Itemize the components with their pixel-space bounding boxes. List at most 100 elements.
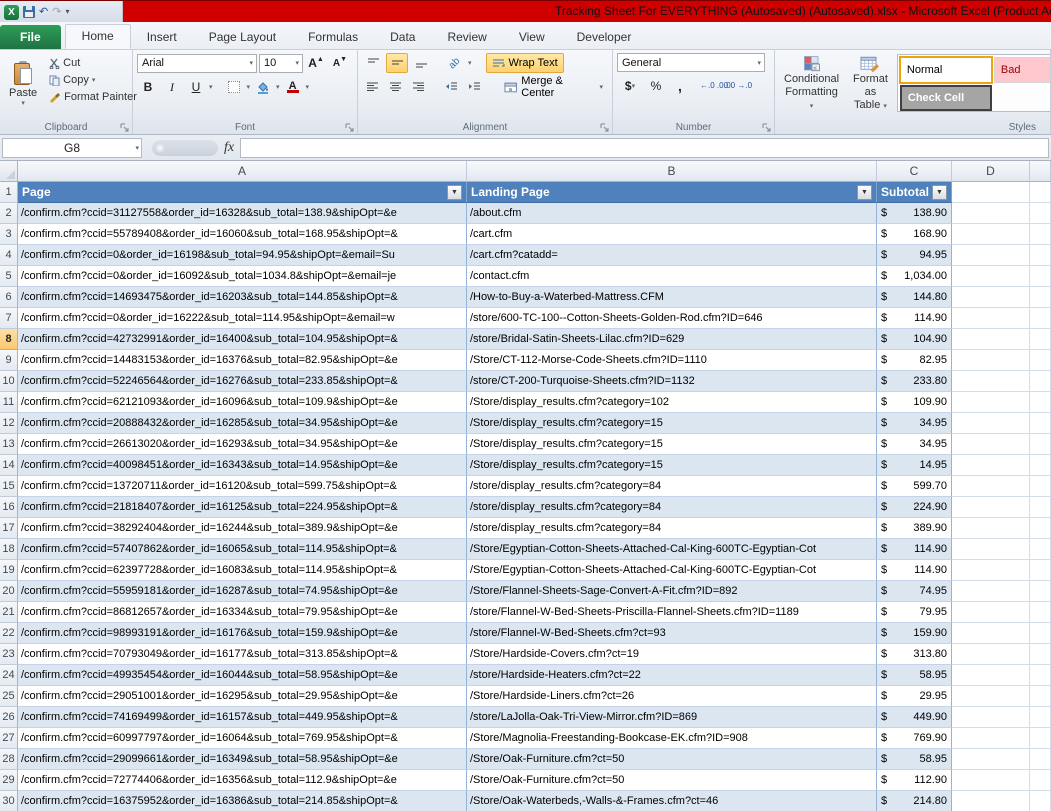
- clipboard-dialog-launcher[interactable]: [120, 123, 129, 132]
- cell-landing-page[interactable]: /Store/CT-112-Morse-Code-Sheets.cfm?ID=1…: [467, 350, 877, 371]
- copy-button[interactable]: Copy▾: [46, 73, 140, 87]
- cell-landing-page[interactable]: /Store/Hardside-Liners.cfm?ct=26: [467, 686, 877, 707]
- cell-empty-d[interactable]: [952, 560, 1030, 581]
- cell-empty-d[interactable]: [952, 413, 1030, 434]
- cell-page[interactable]: /confirm.cfm?ccid=62397728&order_id=1608…: [18, 560, 467, 581]
- cell-subtotal[interactable]: $34.95: [877, 434, 952, 455]
- cell-page[interactable]: /confirm.cfm?ccid=74169499&order_id=1615…: [18, 707, 467, 728]
- cell-subtotal[interactable]: $138.90: [877, 203, 952, 224]
- grow-font-button[interactable]: A▲: [305, 53, 327, 73]
- cell-page[interactable]: /confirm.cfm?ccid=31127558&order_id=1632…: [18, 203, 467, 224]
- cell-empty-e[interactable]: [1030, 350, 1051, 371]
- underline-dropdown[interactable]: ▾: [209, 83, 213, 91]
- filter-dropdown-icon[interactable]: ▼: [447, 185, 462, 200]
- cell-subtotal[interactable]: $114.90: [877, 560, 952, 581]
- cell-empty-d[interactable]: [952, 329, 1030, 350]
- cell-page[interactable]: /confirm.cfm?ccid=29051001&order_id=1629…: [18, 686, 467, 707]
- cell-landing-page[interactable]: /store/display_results.cfm?category=84: [467, 476, 877, 497]
- cell-empty-e[interactable]: [1030, 413, 1051, 434]
- font-color-dropdown[interactable]: ▾: [306, 83, 310, 91]
- cell-empty-d[interactable]: [952, 770, 1030, 791]
- cell-landing-page[interactable]: /Store/display_results.cfm?category=15: [467, 413, 877, 434]
- cell-page[interactable]: /confirm.cfm?ccid=52246564&order_id=1627…: [18, 371, 467, 392]
- cell-page[interactable]: /confirm.cfm?ccid=0&order_id=16222&sub_t…: [18, 308, 467, 329]
- cell-empty-d[interactable]: [952, 707, 1030, 728]
- row-header-12[interactable]: 12: [0, 413, 18, 434]
- cell-landing-page[interactable]: /How-to-Buy-a-Waterbed-Mattress.CFM: [467, 287, 877, 308]
- tab-page-layout[interactable]: Page Layout: [193, 26, 292, 49]
- conditional-formatting-button[interactable]: ≤ Conditional Formatting ▾: [779, 53, 844, 115]
- cell-empty-d[interactable]: [952, 266, 1030, 287]
- cell-empty-e[interactable]: [1030, 665, 1051, 686]
- cell-page[interactable]: /confirm.cfm?ccid=14693475&order_id=1620…: [18, 287, 467, 308]
- cell-empty-e[interactable]: [1030, 707, 1051, 728]
- cell-subtotal[interactable]: $114.90: [877, 308, 952, 329]
- row-header-22[interactable]: 22: [0, 623, 18, 644]
- header-cell-subtotal[interactable]: Subtotal ▼: [877, 182, 952, 203]
- cell-subtotal[interactable]: $233.80: [877, 371, 952, 392]
- decrease-indent-button[interactable]: [441, 77, 462, 97]
- cell-empty-d[interactable]: [952, 203, 1030, 224]
- cell-d1[interactable]: [952, 182, 1030, 203]
- customize-qat-icon[interactable]: ▾: [65, 5, 69, 19]
- top-align-button[interactable]: [362, 53, 384, 73]
- cell-empty-e[interactable]: [1030, 602, 1051, 623]
- cell-empty-d[interactable]: [952, 245, 1030, 266]
- cell-empty-e[interactable]: [1030, 392, 1051, 413]
- row-header-5[interactable]: 5: [0, 266, 18, 287]
- cell-landing-page[interactable]: /Store/display_results.cfm?category=102: [467, 392, 877, 413]
- cell-landing-page[interactable]: /store/CT-200-Turquoise-Sheets.cfm?ID=11…: [467, 371, 877, 392]
- row-header-29[interactable]: 29: [0, 770, 18, 791]
- cell-landing-page[interactable]: /cart.cfm: [467, 224, 877, 245]
- cell-page[interactable]: /confirm.cfm?ccid=20888432&order_id=1628…: [18, 413, 467, 434]
- cell-subtotal[interactable]: $109.90: [877, 392, 952, 413]
- middle-align-button[interactable]: [386, 53, 408, 73]
- cell-empty-e[interactable]: [1030, 770, 1051, 791]
- cell-page[interactable]: /confirm.cfm?ccid=29099661&order_id=1634…: [18, 749, 467, 770]
- cut-button[interactable]: Cut: [46, 56, 140, 70]
- bottom-align-button[interactable]: [410, 53, 432, 73]
- cell-empty-d[interactable]: [952, 665, 1030, 686]
- cell-empty-d[interactable]: [952, 350, 1030, 371]
- cell-empty-d[interactable]: [952, 497, 1030, 518]
- name-box-dropdown[interactable]: ▾: [135, 144, 139, 152]
- cell-empty-d[interactable]: [952, 392, 1030, 413]
- cell-empty-d[interactable]: [952, 728, 1030, 749]
- row-header-16[interactable]: 16: [0, 497, 18, 518]
- cell-subtotal[interactable]: $224.90: [877, 497, 952, 518]
- cell-page[interactable]: /confirm.cfm?ccid=0&order_id=16198&sub_t…: [18, 245, 467, 266]
- cell-subtotal[interactable]: $168.90: [877, 224, 952, 245]
- cell-subtotal[interactable]: $112.90: [877, 770, 952, 791]
- increase-indent-button[interactable]: [464, 77, 485, 97]
- cell-page[interactable]: /confirm.cfm?ccid=40098451&order_id=1634…: [18, 455, 467, 476]
- cell-landing-page[interactable]: /Store/Egyptian-Cotton-Sheets-Attached-C…: [467, 560, 877, 581]
- alignment-dialog-launcher[interactable]: [600, 123, 609, 132]
- cell-page[interactable]: /confirm.cfm?ccid=49935454&order_id=1604…: [18, 665, 467, 686]
- cell-empty-d[interactable]: [952, 518, 1030, 539]
- cell-landing-page[interactable]: /contact.cfm: [467, 266, 877, 287]
- number-format-combo[interactable]: General▾: [617, 53, 765, 72]
- cell-empty-e[interactable]: [1030, 791, 1051, 811]
- cell-empty-d[interactable]: [952, 791, 1030, 811]
- cell-empty-e[interactable]: [1030, 749, 1051, 770]
- name-box[interactable]: G8 ▾: [2, 138, 142, 158]
- cell-page[interactable]: /confirm.cfm?ccid=70793049&order_id=1617…: [18, 644, 467, 665]
- increase-decimal-button[interactable]: ←.0 .00: [703, 76, 725, 96]
- cell-landing-page[interactable]: /store/Bridal-Satin-Sheets-Lilac.cfm?ID=…: [467, 329, 877, 350]
- number-dialog-launcher[interactable]: [762, 123, 771, 132]
- cell-page[interactable]: /confirm.cfm?ccid=98993191&order_id=1617…: [18, 623, 467, 644]
- select-all-corner[interactable]: [0, 161, 18, 182]
- save-icon[interactable]: [23, 6, 35, 18]
- merge-center-button[interactable]: a Merge & Center▾: [499, 77, 608, 97]
- cell-landing-page[interactable]: /Store/Magnolia-Freestanding-Bookcase-EK…: [467, 728, 877, 749]
- underline-button[interactable]: U: [185, 77, 207, 97]
- cell-landing-page[interactable]: /Store/Egyptian-Cotton-Sheets-Attached-C…: [467, 539, 877, 560]
- cell-subtotal[interactable]: $29.95: [877, 686, 952, 707]
- cell-landing-page[interactable]: /Store/Oak-Furniture.cfm?ct=50: [467, 770, 877, 791]
- cell-empty-e[interactable]: [1030, 476, 1051, 497]
- cell-empty-e[interactable]: [1030, 518, 1051, 539]
- align-right-button[interactable]: [408, 77, 429, 97]
- row-header-14[interactable]: 14: [0, 455, 18, 476]
- cell-landing-page[interactable]: /cart.cfm?catadd=: [467, 245, 877, 266]
- style-normal[interactable]: Normal: [900, 57, 992, 83]
